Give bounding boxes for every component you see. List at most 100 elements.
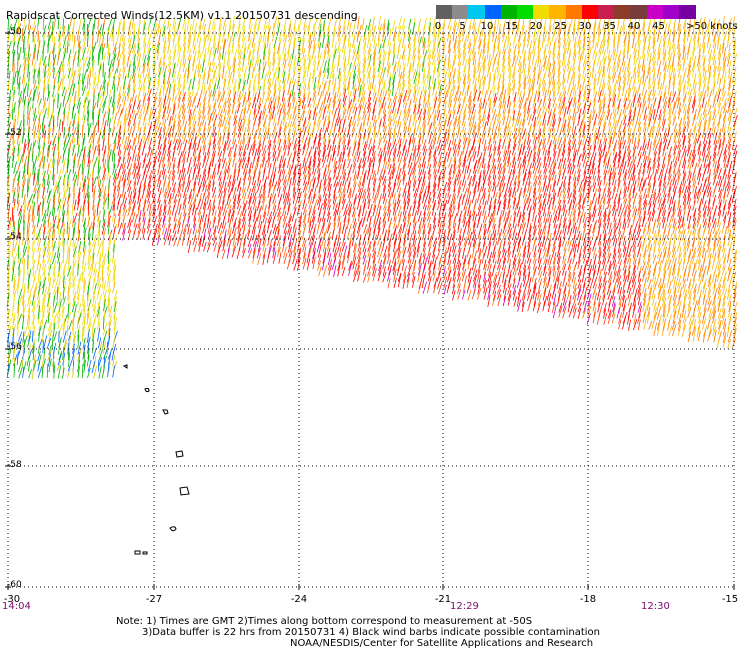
wind-barb [332, 127, 336, 138]
wind-barb [67, 218, 72, 229]
wind-barb [377, 160, 381, 175]
wind-barb [207, 119, 212, 132]
wind-barb [106, 341, 108, 355]
wind-barb [131, 89, 136, 102]
wind-barb [37, 30, 40, 42]
wind-barb [351, 25, 355, 37]
wind-barb [113, 68, 118, 79]
wind-barb [506, 264, 511, 277]
wind-barb [187, 224, 190, 235]
wind-barb [112, 337, 116, 349]
wind-barb [73, 283, 75, 295]
wind-barb [71, 30, 74, 42]
wind-barb [431, 228, 435, 240]
wind-barb [12, 76, 14, 91]
wind-barb [547, 255, 551, 265]
wind-barb [527, 209, 531, 222]
wind-barb [66, 234, 69, 247]
wind-barb [132, 227, 137, 240]
wind-barb [302, 157, 306, 169]
wind-barb [132, 150, 136, 162]
wind-barb [82, 47, 86, 60]
wind-barb [546, 134, 551, 145]
wind-barb [463, 236, 467, 247]
wind-barb [396, 163, 401, 174]
wind-barb [108, 298, 110, 312]
wind-barb [11, 305, 14, 318]
wind-barb [352, 48, 357, 61]
wind-barb [481, 252, 485, 264]
wind-barb [141, 185, 146, 199]
wind-barb [121, 217, 125, 228]
wind-barb [98, 33, 102, 48]
wind-barb [357, 16, 360, 30]
wind-barb [463, 187, 468, 199]
wind-barb [421, 191, 426, 204]
wind-barb [421, 156, 425, 168]
wind-barb [176, 236, 181, 247]
wind-barb [381, 97, 385, 109]
wind-barb [66, 324, 69, 336]
wind-barb [542, 181, 546, 192]
wind-barb [91, 258, 94, 271]
wind-barb [31, 208, 34, 223]
wind-barb [46, 78, 49, 91]
wind-barb [68, 227, 70, 240]
wind-barb [33, 325, 35, 337]
wind-barb [373, 35, 377, 49]
wind-barb [78, 302, 82, 313]
wind-barb [22, 367, 25, 379]
wind-barb [88, 233, 91, 246]
wind-barb [258, 128, 261, 139]
wind-barb [392, 113, 398, 127]
wind-barb [472, 160, 478, 174]
wind-barb [186, 151, 190, 163]
wind-barb [372, 100, 377, 114]
wind-barb [17, 113, 19, 126]
wind-barb [18, 294, 23, 307]
wind-barb [191, 109, 195, 120]
wind-barb [236, 83, 240, 97]
wind-barb [216, 246, 220, 259]
wind-barb [52, 29, 54, 43]
wind-barb [126, 156, 132, 169]
wind-barb [147, 23, 150, 36]
wind-barb [292, 114, 297, 127]
wind-barb [62, 150, 65, 163]
wind-barb [177, 55, 180, 67]
wind-barb [241, 157, 246, 169]
wind-barb [461, 176, 465, 187]
wind-barb [192, 167, 196, 180]
wind-barb [397, 218, 401, 229]
wind-barb [97, 359, 100, 372]
wind-barb [406, 146, 410, 157]
wind-barb [442, 181, 448, 193]
wind-barb [23, 76, 26, 91]
wind-barb [492, 150, 496, 163]
wind-barb [536, 142, 541, 157]
wind-barb [67, 287, 69, 301]
wind-barb [32, 252, 34, 264]
wind-barb [267, 229, 272, 240]
wind-barb [553, 205, 557, 216]
wind-barb [317, 197, 322, 211]
wind-barb [42, 147, 44, 163]
wind-barb [242, 127, 247, 139]
wind-barb [551, 170, 556, 181]
wind-barb [197, 174, 201, 186]
wind-barb [341, 224, 345, 234]
wind-barb [271, 174, 276, 187]
wind-barb [102, 253, 107, 264]
wind-barb [22, 276, 25, 289]
wind-barb [272, 185, 276, 198]
wind-barb [231, 70, 235, 84]
wind-barb [201, 212, 205, 222]
wind-barb [508, 180, 512, 193]
wind-barb [52, 245, 54, 258]
wind-barb [316, 60, 320, 72]
wind-barb [53, 361, 55, 373]
wind-barb [526, 156, 531, 168]
wind-barb [366, 114, 370, 126]
wind-barb [32, 240, 34, 252]
wind-barb [423, 18, 427, 30]
